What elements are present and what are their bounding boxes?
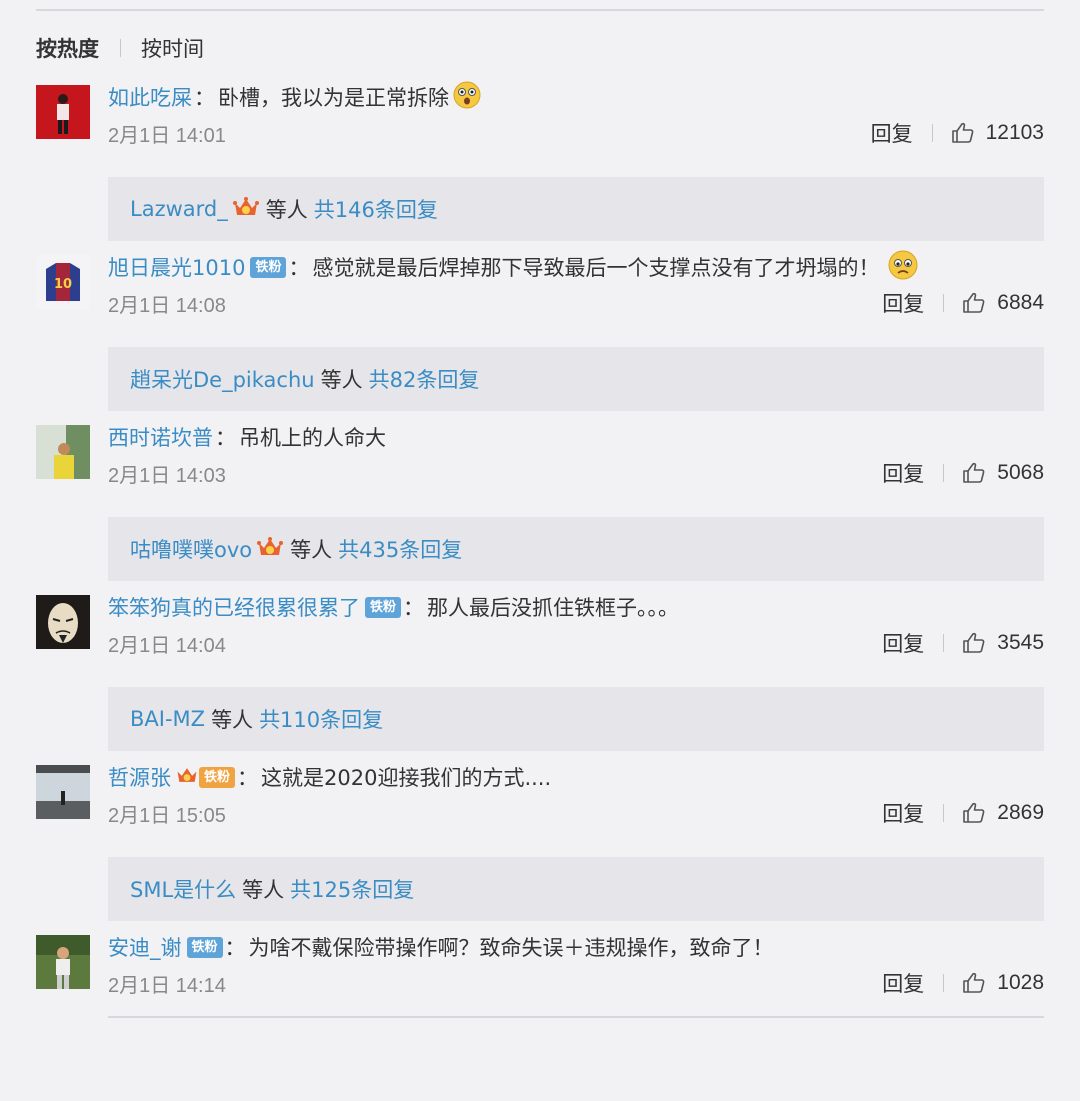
comment-colon: ： [237, 766, 259, 790]
reply-username[interactable]: BAI-MZ [130, 707, 205, 731]
iron-fan-badge: 铁粉 [365, 596, 402, 618]
replies-summary[interactable]: Lazward_ 等人 共146条回复 [108, 177, 1044, 241]
comment-username[interactable]: 如此吃屎 [108, 82, 192, 112]
reply-others-text: 等人 [290, 538, 333, 562]
comment-username[interactable]: 西时诺坎普 [108, 422, 213, 452]
replies-summary[interactable]: 咕噜噗噗ovo 等人 共435条回复 [108, 517, 1044, 581]
thumbs-up-icon[interactable] [962, 291, 986, 315]
like-count: 12103 [985, 121, 1044, 144]
comment-username[interactable]: 哲源张 [108, 762, 171, 792]
action-divider [943, 804, 945, 822]
vip-crown-icon [232, 195, 260, 224]
avatar[interactable] [36, 85, 90, 139]
reply-button[interactable]: 回复 [882, 798, 924, 828]
thumbs-up-icon[interactable] [962, 461, 986, 485]
vip-crown-icon [256, 535, 284, 564]
comment-text: 那人最后没抓住铁框子。。。 [427, 596, 680, 620]
reply-button[interactable]: 回复 [882, 628, 924, 658]
avatar[interactable]: 10 [36, 255, 90, 309]
comment-timestamp: 2月1日 14:04 [108, 634, 226, 657]
avatar[interactable] [36, 935, 90, 989]
comment-text: 卧槽，我以为是正常拆除 [218, 86, 449, 110]
thumbs-up-icon[interactable] [962, 631, 986, 655]
sort-bar: 按热度 按时间 [36, 33, 204, 63]
thumbs-up-icon[interactable] [962, 801, 986, 825]
comment-colon: ： [288, 256, 310, 280]
vip-crown-icon [175, 764, 199, 791]
like-count: 3545 [997, 631, 1044, 654]
comment-text: 感觉就是最后焊掉那下导致最后一个支撑点没有了才坍塌的！ [312, 256, 880, 280]
replies-summary[interactable]: BAI-MZ 等人 共110条回复 [108, 687, 1044, 751]
comment-timestamp: 2月1日 14:03 [108, 464, 226, 487]
comment-username[interactable]: 旭日晨光1010 [108, 252, 245, 282]
action-divider [943, 464, 945, 482]
reply-button[interactable]: 回复 [882, 458, 924, 488]
avatar[interactable] [36, 595, 90, 649]
reply-button[interactable]: 回复 [882, 968, 924, 998]
reply-others-text: 等人 [320, 368, 363, 392]
reply-total-link[interactable]: 共110条回复 [259, 704, 383, 734]
replies-summary[interactable]: SML是什么 等人 共125条回复 [108, 857, 1044, 921]
comment-username[interactable]: 笨笨狗真的已经很累很累了 [108, 592, 360, 622]
comment-item: 笨笨狗真的已经很累很累了 铁粉 ： 那人最后没抓住铁框子。。。 2月1日 14:… [36, 591, 1044, 761]
reply-username[interactable]: 趙呆光De_pikachu [130, 364, 315, 394]
reply-others-text: 等人 [211, 708, 254, 732]
comment-text: 这就是2020迎接我们的方式.... [261, 766, 552, 790]
avatar[interactable] [36, 425, 90, 479]
sort-by-time-tab[interactable]: 按时间 [141, 33, 204, 63]
iron-fan-badge: 铁粉 [186, 936, 223, 958]
comment-text: 为啥不戴保险带操作啊？致命失误＋违规操作，致命了！ [248, 936, 774, 960]
reply-button[interactable]: 回复 [871, 118, 913, 148]
top-divider [36, 9, 1044, 11]
comment-timestamp: 2月1日 14:08 [108, 294, 226, 317]
comment-text: 吊机上的人命大 [239, 426, 386, 450]
replies-summary[interactable]: 趙呆光De_pikachu 等人 共82条回复 [108, 347, 1044, 411]
comment-timestamp: 2月1日 14:14 [108, 974, 226, 997]
like-count: 1028 [997, 971, 1044, 994]
avatar[interactable] [36, 765, 90, 819]
reply-button[interactable]: 回复 [882, 288, 924, 318]
comment-item: 10 旭日晨光1010 铁粉 ： 感觉就是最后焊掉那下导致最后一个支撑点没有了才… [36, 249, 1044, 421]
sort-by-hot-tab[interactable]: 按热度 [36, 33, 99, 63]
comment-item: 如此吃屎 ： 卧槽，我以为是正常拆除 2月1日 14:01 回复 12103 L… [36, 81, 1044, 251]
reply-total-link[interactable]: 共435条回复 [338, 534, 462, 564]
comment-timestamp: 2月1日 15:05 [108, 804, 226, 827]
reply-others-text: 等人 [265, 198, 308, 222]
comment-colon: ： [215, 426, 236, 450]
iron-fan-badge: 铁粉 [250, 256, 287, 278]
like-count: 2869 [997, 801, 1044, 824]
sort-divider [120, 39, 121, 57]
comment-colon: ： [224, 936, 246, 960]
svg-text:10: 10 [54, 277, 72, 292]
action-divider [943, 634, 945, 652]
reply-total-link[interactable]: 共125条回复 [290, 874, 414, 904]
worried-emoji-icon [887, 249, 919, 286]
action-divider [931, 124, 933, 142]
reply-others-text: 等人 [242, 878, 285, 902]
action-divider [943, 974, 945, 992]
like-count: 6884 [997, 291, 1044, 314]
shocked-emoji-icon [452, 80, 482, 115]
action-divider [943, 294, 945, 312]
thumbs-up-icon[interactable] [962, 971, 986, 995]
comment-item: 哲源张 铁粉 ： 这就是2020迎接我们的方式.... 2月1日 15:05 回… [36, 761, 1044, 931]
thumbs-up-icon[interactable] [951, 121, 975, 145]
bottom-divider [108, 1016, 1044, 1018]
comment-username[interactable]: 安迪_谢 [108, 932, 182, 962]
reply-total-link[interactable]: 共82条回复 [369, 364, 480, 394]
reply-username[interactable]: SML是什么 [130, 874, 236, 904]
comment-colon: ： [403, 596, 425, 620]
like-count: 5068 [997, 461, 1044, 484]
comment-colon: ： [194, 86, 215, 110]
comment-item: 西时诺坎普 ： 吊机上的人命大 2月1日 14:03 回复 5068 咕噜噗噗o… [36, 421, 1044, 591]
reply-total-link[interactable]: 共146条回复 [314, 194, 438, 224]
iron-fan-badge: 铁粉 [199, 766, 236, 788]
comment-timestamp: 2月1日 14:01 [108, 124, 226, 147]
reply-username[interactable]: Lazward_ [130, 197, 228, 221]
reply-username[interactable]: 咕噜噗噗ovo [130, 534, 252, 564]
